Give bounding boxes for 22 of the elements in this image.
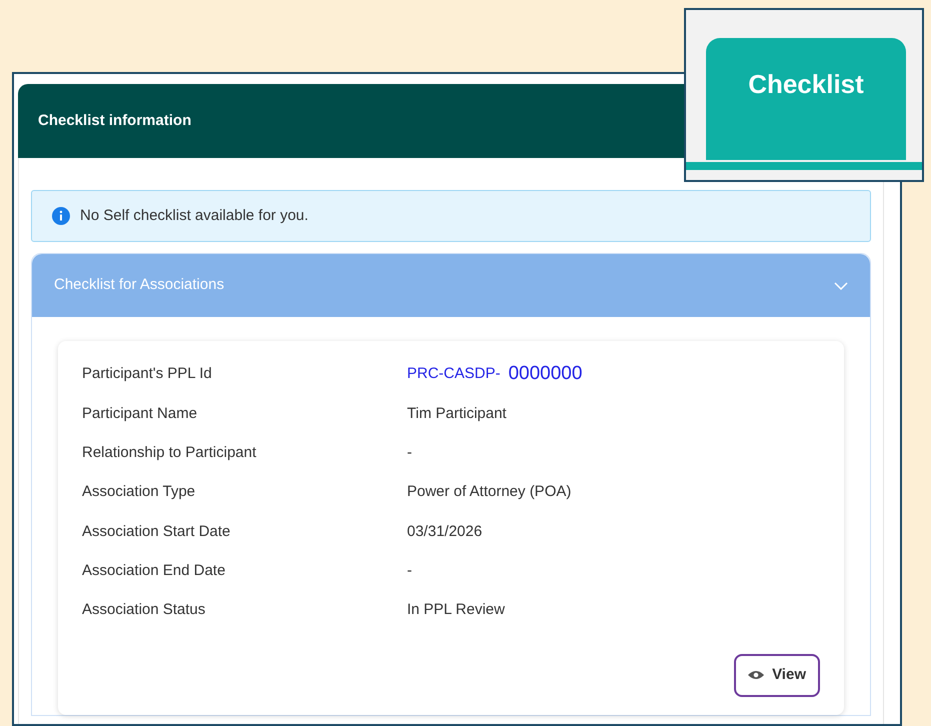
view-button[interactable]: View xyxy=(734,654,820,697)
alert-text: No Self checklist available for you. xyxy=(80,206,308,226)
field-value: 03/31/2026 xyxy=(407,522,482,542)
checklist-tab[interactable]: Checklist xyxy=(706,38,906,160)
id-number: 0000000 xyxy=(508,362,582,386)
field-value: Power of Attorney (POA) xyxy=(407,482,572,502)
field-value: - xyxy=(407,560,412,581)
field-label: Participant's PPL Id xyxy=(82,364,213,384)
field-label: Association Status xyxy=(82,600,206,620)
field-value: Tim Participant xyxy=(407,404,506,424)
accordion-header[interactable]: Checklist for Associations xyxy=(32,254,870,317)
chevron-icon xyxy=(834,282,848,290)
field-value: In PPL Review xyxy=(407,600,505,620)
id-prefix: PRC-CASDP- xyxy=(407,364,500,384)
info-icon xyxy=(52,207,70,225)
field-value: - xyxy=(407,442,412,463)
field-label: Association Start Date xyxy=(82,522,232,542)
eye-icon xyxy=(748,670,764,680)
field-label: Relationship to Participant xyxy=(82,442,258,463)
field-label: Association End Date xyxy=(82,560,226,581)
field-label: Association Type xyxy=(82,482,196,502)
field-label: Participant Name xyxy=(82,404,198,424)
